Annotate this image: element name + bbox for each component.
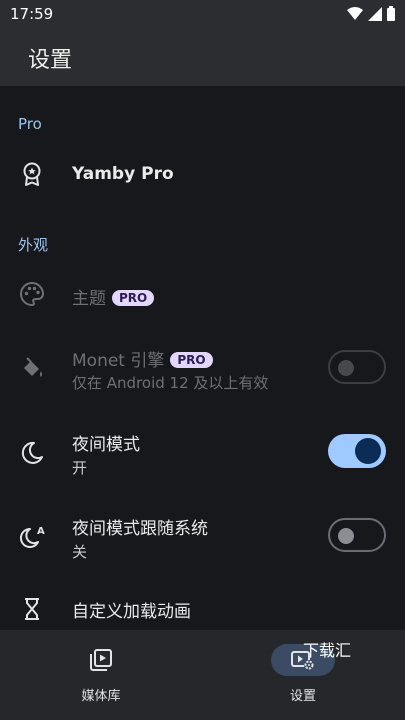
toggle-knob xyxy=(338,528,354,544)
wifi-icon xyxy=(347,6,363,20)
watermark-text: 下载汇 xyxy=(303,641,352,660)
night-mode-toggle[interactable] xyxy=(328,434,386,468)
app-bar: 设置 xyxy=(0,28,405,86)
media-library-icon xyxy=(90,649,112,671)
award-icon xyxy=(23,162,41,186)
setting-title: Yamby Pro xyxy=(72,164,174,184)
setting-title-text: Monet 引擎 xyxy=(72,351,165,371)
status-bar: 17:59 xyxy=(0,0,405,28)
battery-icon xyxy=(387,6,395,21)
setting-title: 夜间模式跟随系统 xyxy=(72,519,208,539)
setting-night-mode[interactable]: 夜间模式 开 xyxy=(0,424,405,482)
svg-text:A: A xyxy=(37,526,45,537)
setting-title: 主题 PRO xyxy=(72,284,155,309)
nav-label: 媒体库 xyxy=(81,689,121,704)
toggle-knob xyxy=(338,360,354,376)
nav-item-media-library[interactable]: 媒体库 xyxy=(0,630,202,720)
pro-badge: PRO xyxy=(170,352,213,368)
setting-monet-engine[interactable]: Monet 引擎 PRO 仅在 Android 12 及以上有效 xyxy=(0,340,405,400)
setting-subtitle: 关 xyxy=(72,543,88,561)
setting-title-text: 主题 xyxy=(72,289,106,309)
setting-title: 夜间模式 xyxy=(72,435,140,455)
setting-night-mode-follow-system[interactable]: A 夜间模式跟随系统 关 xyxy=(0,508,405,566)
setting-yamby-pro[interactable]: Yamby Pro xyxy=(0,150,405,200)
setting-custom-loading-animation[interactable]: 自定义加载动画 xyxy=(0,588,405,630)
setting-theme[interactable]: 主题 PRO xyxy=(0,270,405,320)
palette-icon xyxy=(20,281,45,307)
setting-title: 自定义加载动画 xyxy=(72,602,191,622)
monet-toggle xyxy=(328,350,386,384)
hourglass-icon xyxy=(25,598,39,620)
status-time: 17:59 xyxy=(10,5,54,23)
setting-subtitle: 开 xyxy=(72,459,88,477)
section-header-pro: Pro xyxy=(18,115,42,133)
moon-icon xyxy=(21,441,43,464)
nav-icon-wrap xyxy=(69,644,133,676)
auto-night-mode-icon: A xyxy=(19,526,45,548)
setting-title: Monet 引擎 PRO xyxy=(72,346,213,371)
pro-badge: PRO xyxy=(112,290,155,306)
nav-label: 设置 xyxy=(289,689,316,704)
status-icons xyxy=(347,6,395,21)
paint-bucket-icon xyxy=(24,357,42,377)
setting-subtitle: 仅在 Android 12 及以上有效 xyxy=(72,374,269,392)
toggle-knob xyxy=(355,438,381,464)
section-header-appearance: 外观 xyxy=(18,236,49,254)
night-follow-system-toggle[interactable] xyxy=(328,518,386,552)
signal-icon xyxy=(368,6,382,21)
page-title: 设置 xyxy=(28,48,73,73)
